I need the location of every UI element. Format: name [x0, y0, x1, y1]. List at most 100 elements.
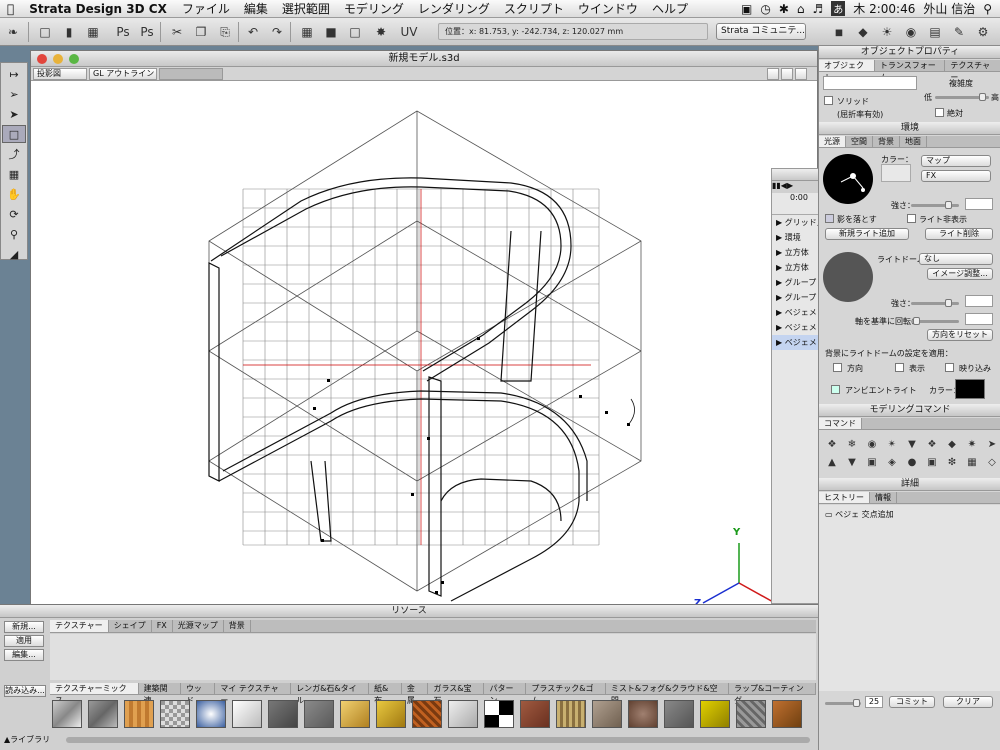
outliner-item[interactable]: ▶ グループ	[772, 290, 818, 305]
arrow-cmd-icon[interactable]: ▲	[825, 456, 839, 468]
dome-strength-field[interactable]	[965, 295, 993, 307]
sphere-cmd-icon[interactable]: ●	[905, 456, 919, 468]
rotate-view-icon[interactable]: ⟳	[2, 205, 26, 223]
tab-cat-my[interactable]: マイ テクスチャー	[215, 683, 292, 705]
commit-button[interactable]: コミット	[889, 696, 935, 708]
camera-slider[interactable]	[159, 68, 223, 80]
outliner-item[interactable]: ▶ 立方体	[772, 260, 818, 275]
copy-icon[interactable]: ❐	[192, 23, 210, 41]
tab-shapes[interactable]: シェイプ	[109, 620, 152, 632]
texture-swatch[interactable]	[376, 700, 406, 728]
cylinder-icon[interactable]: ▣	[865, 456, 879, 468]
deform-icon[interactable]: ◇	[985, 456, 999, 468]
cast-shadow-checkbox[interactable]	[825, 214, 834, 223]
library-scrollbar[interactable]	[66, 737, 810, 743]
ps-export-icon[interactable]: Ps	[138, 23, 156, 41]
dir-checkbox[interactable]	[833, 363, 842, 372]
tab-cat-mix[interactable]: テクスチャーミックス	[50, 683, 139, 705]
app-menu[interactable]: Strata Design 3D CX	[21, 2, 175, 16]
texture-swatch[interactable]	[556, 700, 586, 728]
view-toggle-3[interactable]	[795, 68, 807, 80]
texture-icon[interactable]: ▤	[926, 23, 944, 41]
hand-tool-icon[interactable]: ✋	[2, 185, 26, 203]
texture-swatch[interactable]	[196, 700, 226, 728]
box-cmd-icon[interactable]: ▦	[965, 456, 979, 468]
sphere-icon[interactable]: ◉	[902, 23, 920, 41]
tab-cat-wrap[interactable]: ラップ&コーティング	[729, 683, 816, 705]
view-select[interactable]: Strata コミュニテ...	[716, 23, 806, 40]
light-dome-preview[interactable]	[823, 252, 873, 302]
texture-swatch[interactable]	[736, 700, 766, 728]
bevel-icon[interactable]: ▼	[905, 438, 919, 450]
tab-texture[interactable]: テクスチャー	[945, 60, 1000, 82]
select-tool-icon[interactable]: ➤	[2, 105, 26, 123]
path-tool-icon[interactable]: ⤴	[2, 145, 26, 163]
open-folder-icon[interactable]: ▮	[60, 23, 78, 41]
menu-edit[interactable]: 編集	[237, 0, 275, 17]
camera-icon[interactable]: ◾	[830, 23, 848, 41]
tab-command[interactable]: コマンド	[819, 418, 862, 429]
tab-light[interactable]: 光源	[819, 136, 846, 147]
script-icon[interactable]: ✎	[950, 23, 968, 41]
tab-textures[interactable]: テクスチャー	[50, 620, 109, 632]
tab-cat-arch[interactable]: 建築関連	[139, 683, 181, 705]
new-doc-icon[interactable]: □	[36, 23, 54, 41]
show-checkbox[interactable]	[895, 363, 904, 372]
outliner-item[interactable]: ▶ 環境	[772, 230, 818, 245]
spin-icon[interactable]: ◈	[885, 456, 899, 468]
add-light-button[interactable]: 新規ライト追加	[825, 228, 909, 240]
extrude-icon[interactable]: ❖	[825, 438, 839, 450]
solid-checkbox[interactable]	[824, 96, 833, 105]
outliner-item[interactable]: ▶ グリッド／ガ	[772, 215, 818, 230]
save-icon[interactable]: ▦	[84, 23, 102, 41]
close-button[interactable]	[37, 54, 47, 64]
paint-tool-icon[interactable]: ◢	[2, 245, 26, 263]
grid-tool-icon[interactable]: ▦	[2, 165, 26, 183]
ungroup-icon[interactable]: □	[346, 23, 364, 41]
tab-cat-metal[interactable]: 金属	[402, 683, 429, 705]
object-name-field[interactable]	[823, 76, 917, 90]
volume-icon[interactable]: ♬	[813, 2, 824, 16]
align-icon[interactable]: ▦	[298, 23, 316, 41]
texture-swatch[interactable]	[304, 700, 334, 728]
tab-fx[interactable]: FX	[152, 620, 173, 632]
minimize-button[interactable]	[53, 54, 63, 64]
settings-icon[interactable]: ⚙	[974, 23, 992, 41]
outliner-item[interactable]: ▶ ベジェメッ	[772, 320, 818, 335]
texture-swatch[interactable]	[412, 700, 442, 728]
clear-button[interactable]: クリア	[943, 696, 993, 708]
reflect-checkbox[interactable]	[945, 363, 954, 372]
clock[interactable]: 木 2:00:46	[853, 0, 915, 17]
undo-icon[interactable]: ↶	[244, 23, 262, 41]
texture-swatch[interactable]	[340, 700, 370, 728]
paste-icon[interactable]: ⎘	[216, 23, 234, 41]
menu-file[interactable]: ファイル	[175, 0, 237, 17]
bluetooth-icon[interactable]: ✱	[779, 2, 789, 16]
light-color-swatch[interactable]	[881, 164, 911, 182]
edit-resource-button[interactable]: 編集...	[4, 649, 44, 661]
menu-modeling[interactable]: モデリング	[337, 0, 411, 17]
outliner-controls[interactable]: ▮▮◀▶	[772, 181, 818, 193]
complexity-slider[interactable]	[935, 93, 989, 101]
cube-cmd-icon[interactable]: ▣	[925, 456, 939, 468]
tab-history[interactable]: ヒストリー	[819, 492, 870, 503]
spotlight-icon[interactable]: ⚲	[983, 2, 992, 16]
load-resource-button[interactable]: 読み込み...	[4, 685, 46, 697]
fx-select[interactable]: FX	[921, 170, 991, 182]
split-icon[interactable]: ➤	[985, 438, 999, 450]
tab-light-maps[interactable]: 光源マップ	[173, 620, 224, 632]
light-hidden-checkbox[interactable]	[907, 214, 916, 223]
absolute-checkbox[interactable]	[935, 108, 944, 117]
axis-rotate-field[interactable]	[965, 313, 993, 325]
new-resource-button[interactable]: 新規...	[4, 621, 44, 633]
dome-strength-slider[interactable]	[911, 299, 959, 307]
texture-swatch[interactable]	[448, 700, 478, 728]
tab-transform[interactable]: トランスフォーム	[875, 60, 946, 82]
map-select[interactable]: マップ	[921, 155, 991, 167]
menu-window[interactable]: ウインドウ	[571, 0, 645, 17]
menu-selection[interactable]: 選択範囲	[275, 0, 337, 17]
uv-icon[interactable]: UV	[400, 23, 418, 41]
zoom-button[interactable]	[69, 54, 79, 64]
delete-light-button[interactable]: ライト削除	[925, 228, 993, 240]
light-preview[interactable]	[823, 154, 873, 204]
